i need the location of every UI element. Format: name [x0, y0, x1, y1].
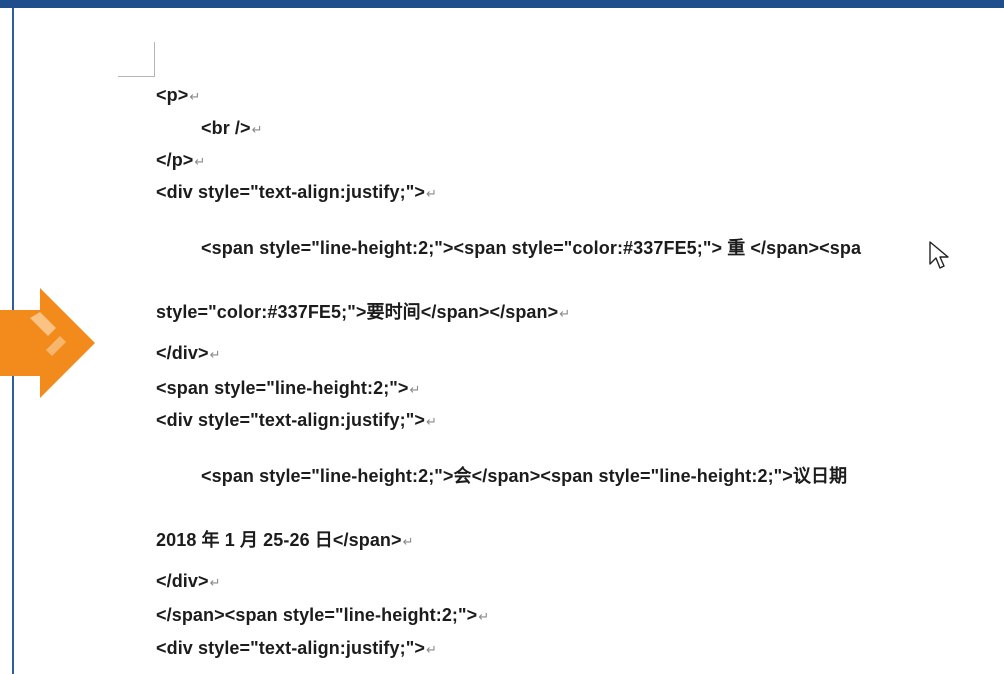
- paragraph-mark-icon: ↵: [209, 347, 221, 362]
- doc-line-12-text: </div>: [156, 571, 209, 591]
- doc-line-1-text: <p>: [156, 85, 189, 105]
- doc-line-11: 2018 年 1 月 25-26 日</span>↵: [156, 526, 414, 552]
- paragraph-mark-icon: ↵: [194, 154, 206, 169]
- doc-line-1: <p>↵: [156, 85, 200, 106]
- mouse-pointer-icon: [929, 241, 949, 269]
- window-top-border: [0, 0, 1004, 8]
- doc-line-9: <div style="text-align:justify;">↵: [156, 410, 437, 431]
- margin-corner-marker-horizontal: [118, 76, 155, 77]
- paragraph-mark-icon: ↵: [478, 609, 490, 624]
- doc-line-9-text: <div style="text-align:justify;">: [156, 410, 425, 430]
- doc-line-13: </span><span style="line-height:2;">↵: [156, 605, 489, 626]
- paragraph-mark-icon: ↵: [409, 382, 421, 397]
- doc-line-6: style="color:#337FE5;">要时间</span></span>…: [156, 298, 570, 324]
- doc-line-10: <span style="line-height:2;">会</span><sp…: [201, 462, 847, 488]
- paragraph-mark-icon: ↵: [189, 89, 201, 104]
- doc-line-8: <span style="line-height:2;">↵: [156, 378, 421, 399]
- doc-line-13-text: </span><span style="line-height:2;">: [156, 605, 478, 625]
- orange-right-arrow-icon: [0, 288, 95, 398]
- doc-line-10-text: <span style="line-height:2;">会</span><sp…: [201, 466, 848, 486]
- paragraph-mark-icon: ↵: [425, 186, 437, 201]
- doc-line-5-text: <span style="line-height:2;"><span style…: [201, 238, 862, 258]
- paragraph-mark-icon: ↵: [425, 414, 437, 429]
- paragraph-mark-icon: ↵: [402, 534, 414, 549]
- doc-line-2: <br />↵: [201, 118, 263, 139]
- paragraph-mark-icon: ↵: [559, 306, 571, 321]
- doc-line-7-text: </div>: [156, 343, 209, 363]
- doc-line-14: <div style="text-align:justify;">↵: [156, 638, 437, 659]
- doc-line-5: <span style="line-height:2;"><span style…: [201, 234, 861, 260]
- paragraph-mark-icon: ↵: [251, 122, 263, 137]
- doc-line-7: </div>↵: [156, 343, 221, 364]
- doc-line-11-text: 2018 年 1 月 25-26 日</span>: [156, 530, 402, 550]
- doc-line-12: </div>↵: [156, 571, 221, 592]
- doc-line-6-text: style="color:#337FE5;">要时间</span></span>: [156, 302, 559, 322]
- doc-line-4: <div style="text-align:justify;">↵: [156, 182, 437, 203]
- doc-line-2-text: <br />: [201, 118, 251, 138]
- doc-line-8-text: <span style="line-height:2;">: [156, 378, 409, 398]
- doc-line-14-text: <div style="text-align:justify;">: [156, 638, 425, 658]
- doc-line-3-text: </p>: [156, 150, 194, 170]
- doc-line-4-text: <div style="text-align:justify;">: [156, 182, 425, 202]
- margin-corner-marker-vertical: [154, 42, 155, 76]
- paragraph-mark-icon: ↵: [425, 642, 437, 657]
- doc-line-3: </p>↵: [156, 150, 205, 171]
- paragraph-mark-icon: ↵: [209, 575, 221, 590]
